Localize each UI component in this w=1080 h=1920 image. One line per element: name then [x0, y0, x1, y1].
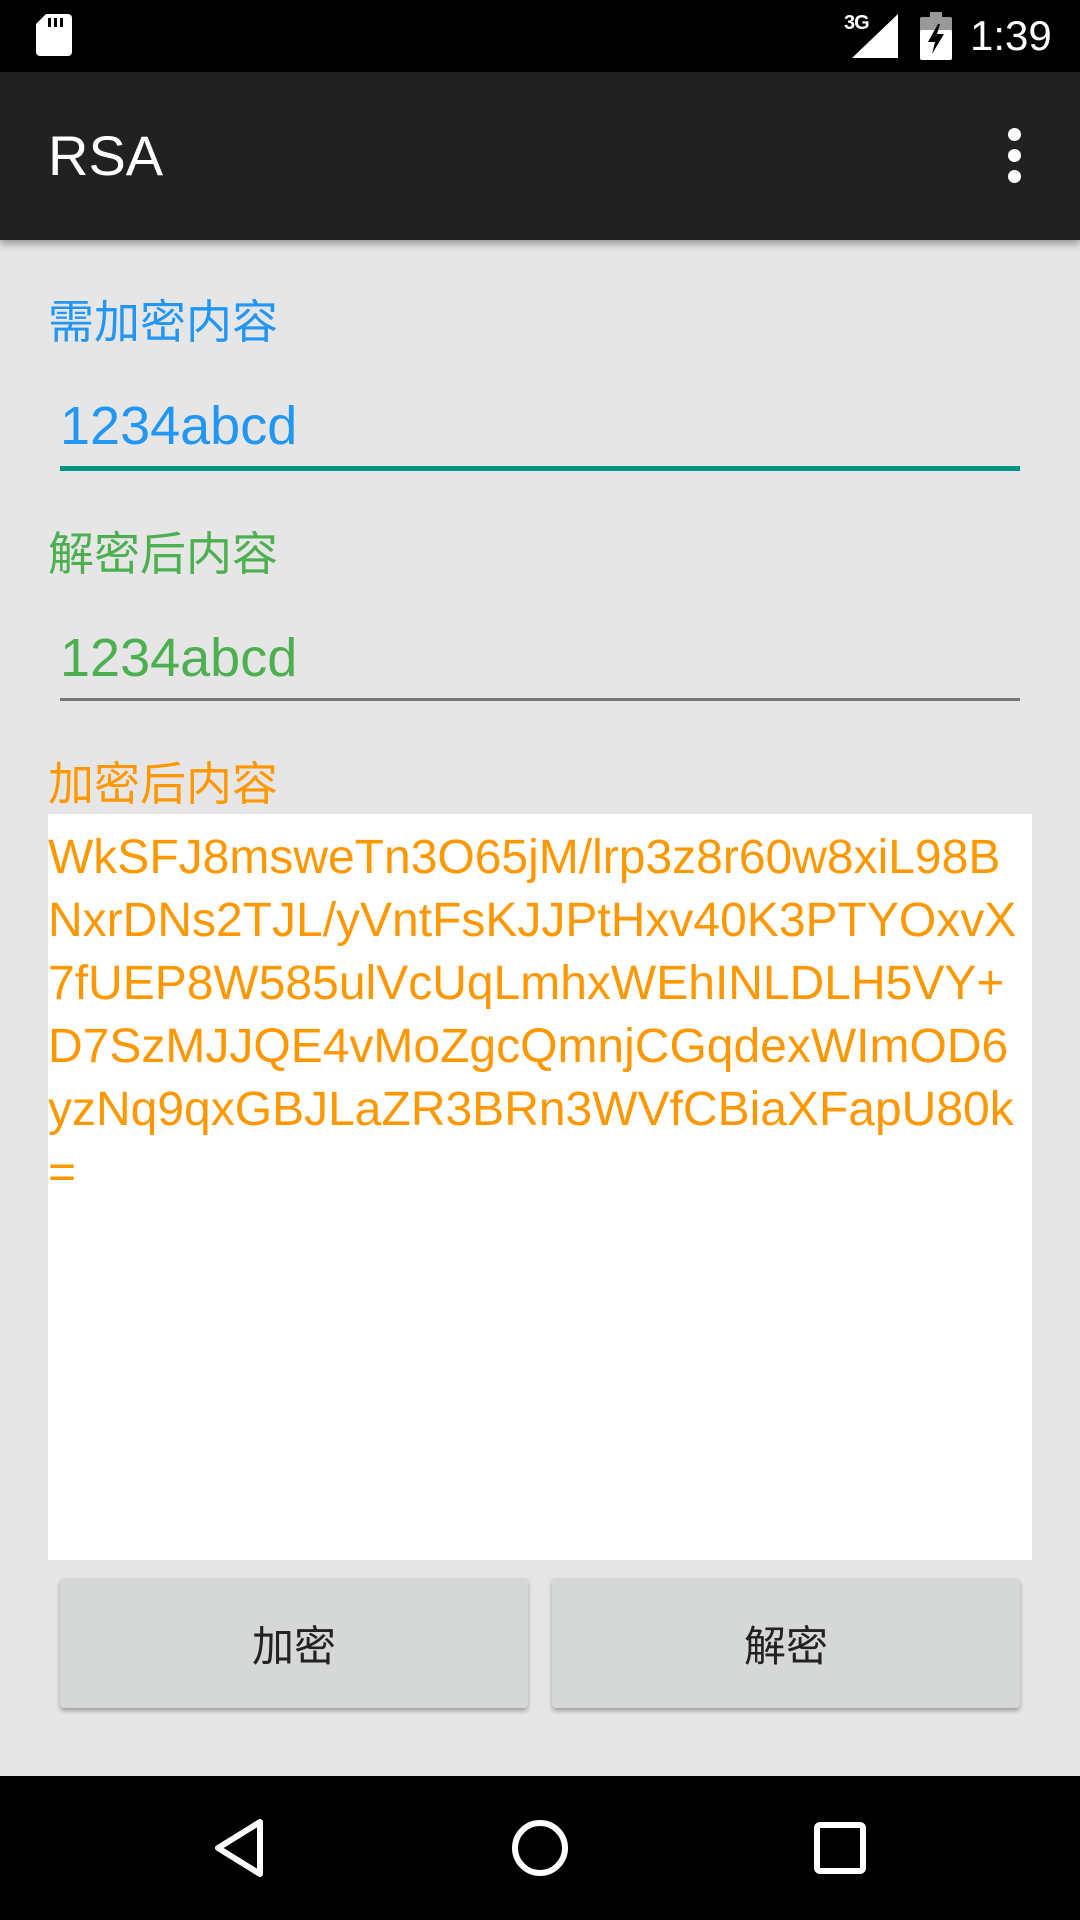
more-vert-icon[interactable]: [990, 126, 1038, 186]
battery-charging-icon: [920, 12, 952, 60]
clock: 1:39: [970, 12, 1052, 59]
encrypted-text-area[interactable]: WkSFJ8msweTn3O65jM/lrp3z8r60w8xiL98BNxrD…: [48, 814, 1032, 1560]
decrypted-text-field[interactable]: [60, 618, 1020, 701]
action-bar: RSA: [0, 72, 1080, 240]
plain-text-label: 需加密内容: [48, 295, 278, 349]
status-bar: 3G 1:39: [0, 0, 1080, 72]
decrypted-text-label: 解密后内容: [48, 527, 278, 581]
home-icon[interactable]: [480, 1776, 600, 1920]
encrypt-button[interactable]: 加密: [60, 1578, 528, 1708]
signal-icon: [852, 14, 898, 58]
sd-card-icon: [36, 14, 72, 56]
back-icon[interactable]: [182, 1776, 302, 1920]
plain-text-input[interactable]: [60, 386, 1020, 471]
recents-icon[interactable]: [780, 1776, 900, 1920]
app-title: RSA: [48, 124, 164, 187]
navigation-bar: [0, 1776, 1080, 1920]
decrypt-button[interactable]: 解密: [552, 1578, 1020, 1708]
encrypted-text-label: 加密后内容: [48, 757, 278, 811]
